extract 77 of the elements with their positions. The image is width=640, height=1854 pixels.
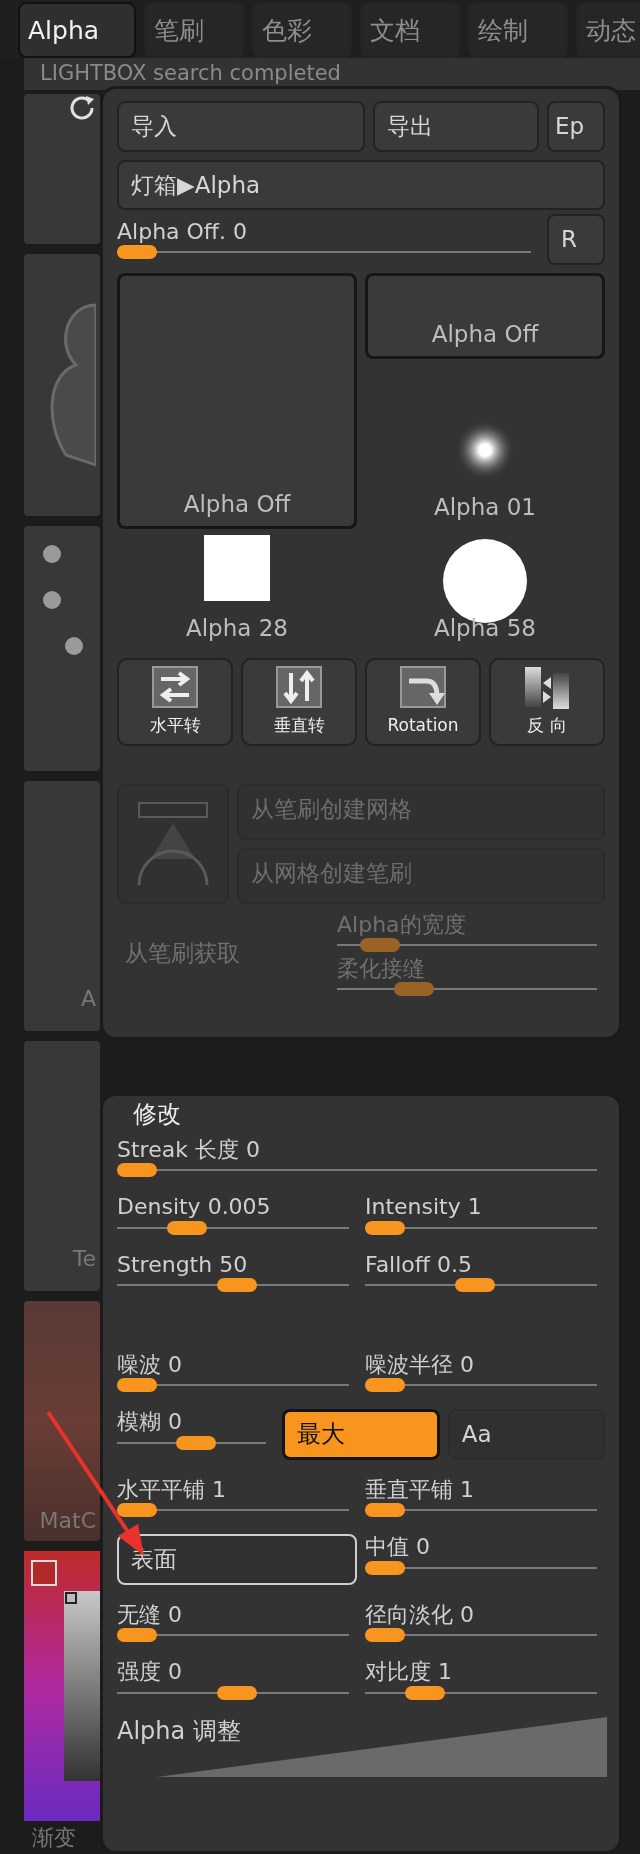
slider-label: 垂直平铺 1 bbox=[365, 1476, 475, 1504]
slider-label: 中值 0 bbox=[365, 1534, 431, 1561]
section-title: 修改 bbox=[132, 1100, 182, 1129]
slider-label: 噪波 0 bbox=[117, 1351, 183, 1379]
tool-label: Rotation bbox=[387, 713, 459, 737]
gradient-bars-icon bbox=[523, 664, 571, 711]
curve-label: Alpha 调整 bbox=[117, 1716, 241, 1746]
refresh-icon bbox=[68, 94, 96, 120]
slider-thumb[interactable] bbox=[217, 1277, 257, 1292]
tool-label: 垂直转 bbox=[273, 713, 325, 737]
slider-label: 径向淡化 0 bbox=[365, 1601, 475, 1629]
tile-label: Te bbox=[72, 1245, 96, 1273]
preview-label: Alpha Off bbox=[183, 490, 291, 519]
slider-label: 模糊 0 bbox=[117, 1409, 183, 1436]
tool-label: 反 向 bbox=[527, 713, 567, 737]
alpha-thumbnail[interactable]: Alpha 58 bbox=[365, 534, 605, 650]
slider-label: 柔化接缝 bbox=[337, 955, 426, 983]
slider-thumb[interactable] bbox=[365, 1220, 405, 1235]
tool-button[interactable]: Rotation bbox=[365, 657, 481, 746]
slider-label: 噪波半径 0 bbox=[365, 1351, 475, 1379]
alpha-thumbnail[interactable]: Alpha 01 bbox=[365, 364, 605, 529]
tab[interactable]: 动态 bbox=[576, 2, 640, 58]
slider-thumb[interactable] bbox=[217, 1685, 257, 1700]
slider-thumb[interactable] bbox=[117, 245, 157, 260]
import-export-button[interactable]: Ep bbox=[547, 101, 605, 152]
gradient-label: 渐变 bbox=[31, 1824, 77, 1852]
max-toggle[interactable]: 最大 bbox=[282, 1409, 440, 1460]
slider-thumb[interactable] bbox=[455, 1277, 495, 1292]
slider-label: Intensity 1 bbox=[365, 1194, 483, 1221]
reset-button[interactable]: R bbox=[547, 214, 605, 265]
tab[interactable]: 文档 bbox=[360, 2, 460, 58]
option-button[interactable]: Aa bbox=[447, 1409, 605, 1460]
thumbnail-label: Alpha Off bbox=[431, 320, 539, 349]
tool-label: 水平转 bbox=[149, 713, 201, 737]
slider-label: Strength 50 bbox=[117, 1251, 249, 1278]
swap-arrows-icon bbox=[151, 664, 199, 711]
slider-label: Falloff 0.5 bbox=[365, 1251, 473, 1278]
tile-label: A bbox=[80, 985, 96, 1013]
slider-thumb[interactable] bbox=[405, 1685, 445, 1700]
thumbnail-label: Alpha 58 bbox=[434, 614, 536, 643]
tool-button[interactable]: 水平转 bbox=[117, 657, 233, 746]
thumbnail-label: Alpha 28 bbox=[186, 614, 288, 643]
slider-thumb[interactable] bbox=[365, 1560, 405, 1575]
slider-thumb[interactable] bbox=[167, 1220, 207, 1235]
lightbox-button[interactable]: 灯箱▶Alpha bbox=[117, 159, 605, 210]
slider-thumb[interactable] bbox=[117, 1503, 157, 1518]
slider-thumb[interactable] bbox=[117, 1628, 157, 1643]
slider-label: Streak 长度 0 bbox=[117, 1136, 261, 1164]
tool-button[interactable]: 反 向 bbox=[489, 657, 605, 746]
tile-label: MatC bbox=[39, 1507, 96, 1535]
thumbnail-label: Alpha 01 bbox=[434, 493, 536, 522]
import-export-button[interactable]: 导出 bbox=[373, 101, 539, 152]
slider-label: Density 0.005 bbox=[117, 1194, 272, 1221]
slider-thumb[interactable] bbox=[365, 1503, 405, 1518]
slider-label: 对比度 1 bbox=[365, 1659, 453, 1686]
slider-label: Alpha Off. 0 bbox=[117, 219, 248, 246]
slider-thumb[interactable] bbox=[365, 1628, 405, 1643]
slider-thumb[interactable] bbox=[175, 1435, 216, 1450]
tab[interactable]: 笔刷 bbox=[144, 2, 244, 58]
status-text: LIGHTBOX search completed bbox=[40, 60, 341, 88]
tool-button[interactable]: 垂直转 bbox=[241, 657, 357, 746]
vertical-arrows-icon bbox=[275, 664, 323, 711]
import-export-button[interactable]: 导入 bbox=[117, 101, 365, 152]
slider-label: 强度 0 bbox=[117, 1659, 183, 1686]
slider-label: 水平平铺 1 bbox=[117, 1476, 227, 1504]
slider-label: 无缝 0 bbox=[117, 1601, 183, 1629]
option-button[interactable]: 表面 bbox=[117, 1534, 357, 1585]
square-icon bbox=[204, 535, 270, 601]
tab[interactable]: Alpha bbox=[18, 2, 136, 58]
slider-thumb[interactable] bbox=[117, 1378, 157, 1393]
tab[interactable]: 色彩 bbox=[252, 2, 352, 58]
alpha-thumbnail[interactable]: Alpha 28 bbox=[117, 534, 357, 650]
slider-thumb[interactable] bbox=[117, 1163, 157, 1178]
alpha-thumbnail[interactable]: Alpha Off bbox=[365, 272, 605, 359]
slider-thumb[interactable] bbox=[365, 1378, 405, 1393]
tab[interactable]: 绘制 bbox=[468, 2, 568, 58]
slider-label: Alpha的宽度 bbox=[337, 911, 467, 938]
